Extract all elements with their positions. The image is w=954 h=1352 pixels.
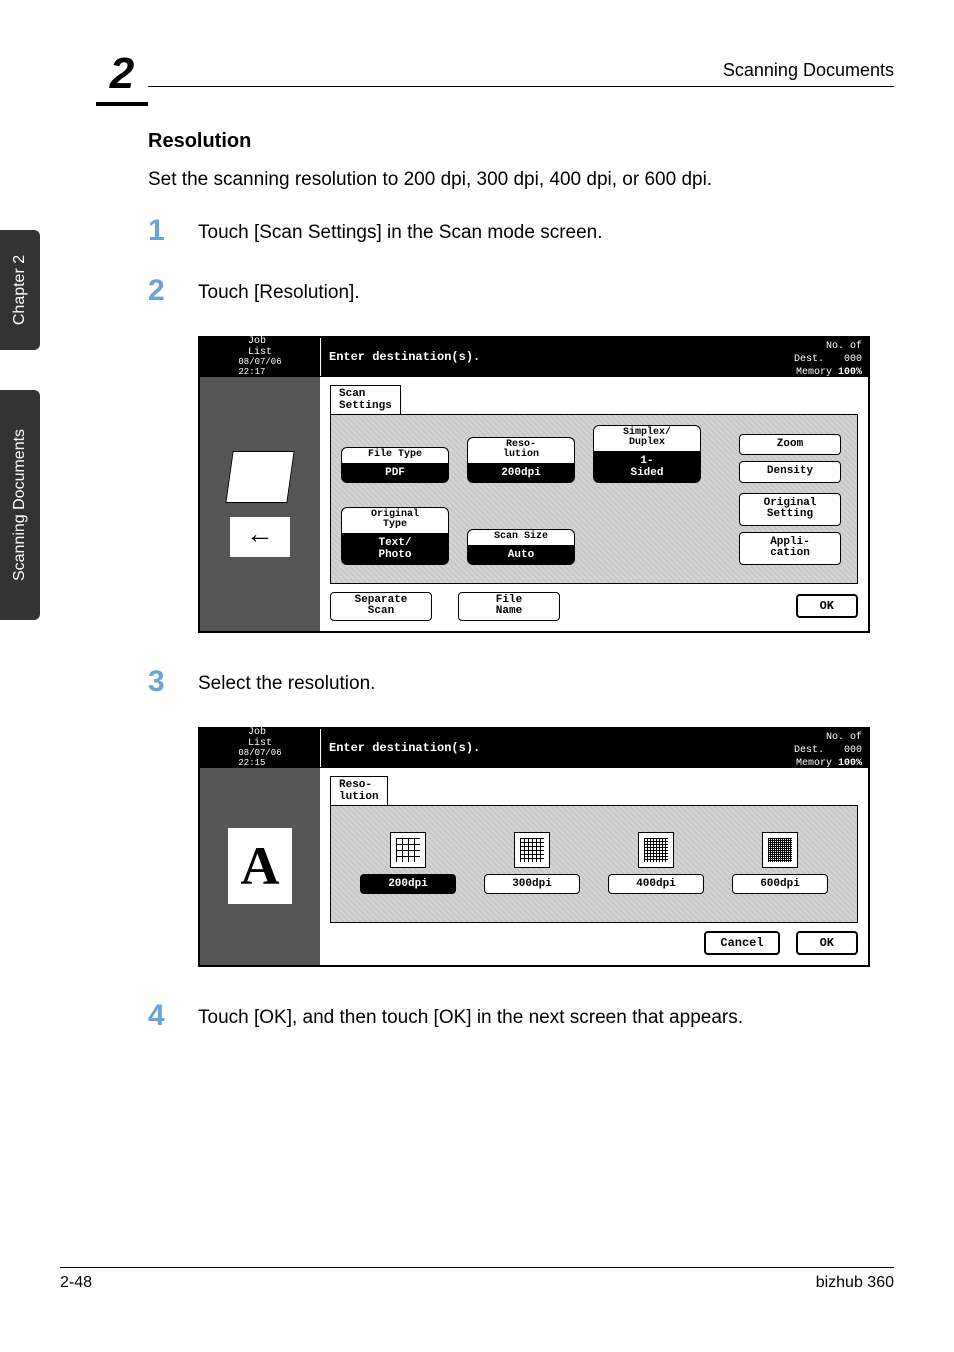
step-1-number: 1 bbox=[148, 216, 198, 246]
job-list-label-2: Job List bbox=[248, 727, 272, 749]
file-type-button[interactable]: File Type PDF bbox=[341, 447, 449, 483]
header-message-2: Enter destination(s). bbox=[321, 729, 706, 767]
original-type-value: Text/ Photo bbox=[341, 533, 449, 565]
res-200-label: 200dpi bbox=[360, 874, 456, 894]
side-tab-section-label: Scanning Documents bbox=[11, 429, 29, 581]
grid-fine-icon bbox=[638, 832, 674, 868]
page-footer: 2-48 bizhub 360 bbox=[60, 1267, 894, 1292]
file-name-button[interactable]: File Name bbox=[458, 592, 560, 621]
resolution-value: 200dpi bbox=[467, 463, 575, 483]
job-list-datetime: 08/07/06 22:17 bbox=[238, 358, 281, 378]
intro-text: Set the scanning resolution to 200 dpi, … bbox=[148, 167, 894, 194]
job-list-button[interactable]: Job List 08/07/06 22:17 bbox=[200, 338, 321, 376]
letter-a-preview-icon: A bbox=[228, 828, 292, 904]
no-of-dest-value-2: 000 bbox=[844, 745, 862, 756]
step-4: 4 Touch [OK], and then touch [OK] in the… bbox=[148, 1001, 894, 1031]
step-3-text: Select the resolution. bbox=[198, 667, 375, 695]
zoom-button[interactable]: Zoom bbox=[739, 434, 841, 456]
running-header: Scanning Documents bbox=[723, 60, 894, 81]
document-preview-icon bbox=[225, 451, 294, 503]
side-tab-chapter: Chapter 2 bbox=[0, 230, 40, 350]
header-status-2: No. of Dest. 000 Memory 100% bbox=[706, 729, 868, 767]
scan-settings-screenshot: Job List 08/07/06 22:17 Enter destinatio… bbox=[198, 336, 870, 633]
resolution-400dpi[interactable]: 400dpi bbox=[608, 832, 704, 894]
job-list-button-2[interactable]: Job List 08/07/06 22:15 bbox=[200, 729, 321, 767]
res-300-label: 300dpi bbox=[484, 874, 580, 894]
job-list-datetime-2: 08/07/06 22:15 bbox=[238, 749, 281, 769]
original-type-label: Original Type bbox=[341, 507, 449, 533]
resolution-200dpi[interactable]: 200dpi bbox=[360, 832, 456, 894]
step-1-text: Touch [Scan Settings] in the Scan mode s… bbox=[198, 216, 603, 244]
resolution-300dpi[interactable]: 300dpi bbox=[484, 832, 580, 894]
grid-coarse-icon bbox=[390, 832, 426, 868]
original-type-button[interactable]: Original Type Text/ Photo bbox=[341, 507, 449, 565]
ok-button-2[interactable]: OK bbox=[796, 931, 858, 955]
chapter-number: 2 bbox=[96, 50, 148, 106]
preview-column: ← bbox=[200, 377, 320, 631]
ok-button[interactable]: OK bbox=[796, 594, 858, 618]
file-type-label: File Type bbox=[341, 447, 449, 463]
cancel-button[interactable]: Cancel bbox=[704, 931, 779, 955]
simplex-duplex-button[interactable]: Simplex/ Duplex 1- Sided bbox=[593, 425, 701, 483]
file-type-value: PDF bbox=[341, 463, 449, 483]
header-message: Enter destination(s). bbox=[321, 338, 706, 376]
preview-column-2: A bbox=[200, 768, 320, 965]
separate-scan-button[interactable]: Separate Scan bbox=[330, 592, 432, 621]
resolution-button[interactable]: Reso- lution 200dpi bbox=[467, 437, 575, 483]
footer-page-number: 2-48 bbox=[60, 1274, 92, 1292]
scan-size-label: Scan Size bbox=[467, 529, 575, 545]
step-2-text: Touch [Resolution]. bbox=[198, 276, 360, 304]
step-1: 1 Touch [Scan Settings] in the Scan mode… bbox=[148, 216, 894, 246]
step-3: 3 Select the resolution. bbox=[148, 667, 894, 697]
section-heading: Resolution bbox=[148, 130, 894, 153]
res-600-label: 600dpi bbox=[732, 874, 828, 894]
grid-finest-icon bbox=[762, 832, 798, 868]
application-button[interactable]: Appli- cation bbox=[739, 532, 841, 565]
step-3-number: 3 bbox=[148, 667, 198, 697]
scan-size-button[interactable]: Scan Size Auto bbox=[467, 529, 575, 565]
res-400-label: 400dpi bbox=[608, 874, 704, 894]
header-rule bbox=[148, 86, 894, 87]
resolution-tab: Reso- lution bbox=[330, 776, 388, 805]
no-of-dest-value: 000 bbox=[844, 354, 862, 365]
side-tab-chapter-label: Chapter 2 bbox=[11, 255, 29, 325]
resolution-screenshot: Job List 08/07/06 22:15 Enter destinatio… bbox=[198, 727, 870, 967]
footer-product: bizhub 360 bbox=[816, 1274, 894, 1292]
step-2-number: 2 bbox=[148, 276, 198, 306]
simplex-label: Simplex/ Duplex bbox=[593, 425, 701, 451]
resolution-600dpi[interactable]: 600dpi bbox=[732, 832, 828, 894]
original-setting-button[interactable]: Original Setting bbox=[739, 493, 841, 526]
job-list-label: Job List bbox=[248, 336, 272, 358]
step-4-number: 4 bbox=[148, 1001, 198, 1031]
scan-size-value: Auto bbox=[467, 545, 575, 565]
step-4-text: Touch [OK], and then touch [OK] in the n… bbox=[198, 1001, 743, 1029]
side-tab-section: Scanning Documents bbox=[0, 390, 40, 620]
grid-med-icon bbox=[514, 832, 550, 868]
header-status: No. of Dest. 000 Memory 100% bbox=[706, 338, 868, 376]
simplex-value: 1- Sided bbox=[593, 451, 701, 483]
back-arrow-icon[interactable]: ← bbox=[230, 517, 290, 557]
scan-settings-tab[interactable]: Scan Settings bbox=[330, 385, 401, 414]
resolution-label: Reso- lution bbox=[467, 437, 575, 463]
density-button[interactable]: Density bbox=[739, 461, 841, 483]
step-2: 2 Touch [Resolution]. bbox=[148, 276, 894, 306]
